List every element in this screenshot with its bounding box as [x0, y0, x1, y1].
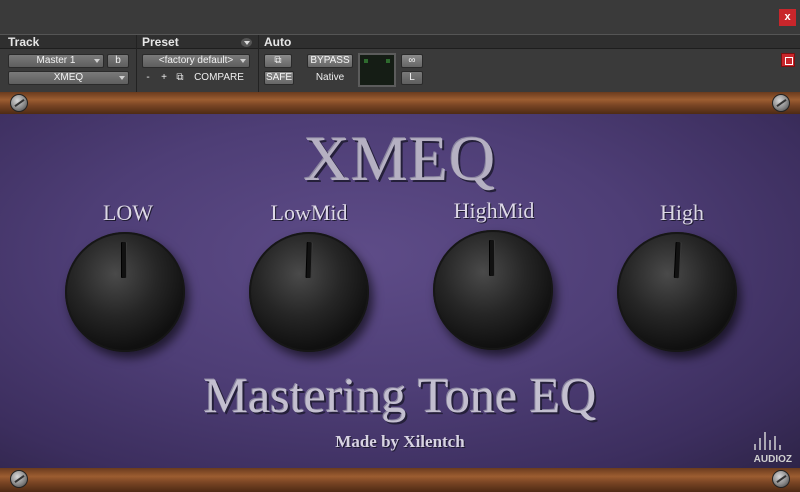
close-button[interactable]: x	[779, 9, 796, 26]
safe-button[interactable]: SAFE	[264, 71, 294, 85]
window-titlebar: x	[0, 0, 800, 34]
knob-pointer	[122, 242, 126, 278]
preset-value: <factory default>	[158, 55, 234, 66]
auto-section-label: Auto	[264, 35, 292, 49]
screw-icon	[10, 94, 28, 112]
knob-label-highmid: HighMid	[453, 198, 535, 223]
plugin-panel: XMEQ LOW LowMid HighMid High Mastering T…	[0, 114, 800, 468]
auto-window-button[interactable]: ⧉	[264, 54, 292, 68]
lowmid-knob[interactable]	[249, 232, 369, 352]
native-label: Native	[315, 72, 345, 83]
host-header: Track Preset Auto Master 1 b XMEQ <facto…	[0, 34, 800, 93]
track-variant-selector[interactable]: b	[107, 54, 129, 68]
knob-pointer	[306, 241, 312, 279]
wood-rail-top	[0, 92, 800, 114]
preset-section-label: Preset	[142, 35, 179, 49]
bypass-button[interactable]: BYPASS	[307, 54, 353, 68]
screw-icon	[772, 94, 790, 112]
knob-pointer	[490, 240, 494, 276]
knob-label-lowmid: LowMid	[270, 200, 348, 225]
window-icon: ⧉	[274, 55, 282, 66]
plugin-window: XMEQ LOW LowMid HighMid High Mastering T…	[0, 92, 800, 492]
chevron-down-icon	[240, 59, 246, 63]
track-section-label: Track	[8, 35, 40, 49]
knob-label-low: LOW	[102, 200, 154, 225]
channel-selector[interactable]: L	[401, 71, 423, 85]
channel-value: L	[409, 72, 415, 83]
compare-button[interactable]: COMPARE	[193, 71, 245, 85]
plugin-subtitle: Mastering Tone EQ	[203, 367, 597, 423]
chevron-down-icon	[119, 76, 125, 80]
plugin-logo: XMEQ	[303, 123, 497, 194]
knob-label-high: High	[660, 200, 704, 225]
preset-selector[interactable]: <factory default>	[142, 54, 250, 68]
highmid-knob[interactable]	[433, 230, 553, 350]
link-icon: ∞	[408, 55, 416, 66]
plugin-credit: Made by Xilentch	[335, 432, 465, 451]
track-name: Master 1	[36, 55, 76, 66]
low-knob[interactable]	[65, 232, 185, 352]
next-preset-button[interactable]: +	[158, 71, 170, 85]
wood-rail-bottom	[0, 468, 800, 492]
previous-preset-button[interactable]: -	[142, 71, 154, 85]
insert-selector[interactable]: XMEQ	[8, 71, 129, 85]
insert-name: XMEQ	[53, 72, 84, 83]
target-button[interactable]	[781, 53, 795, 67]
chevron-down-icon	[94, 59, 100, 63]
track-selector[interactable]: Master 1	[8, 54, 104, 68]
copy-settings-icon[interactable]: ⧉	[173, 71, 187, 85]
preset-menu-icon[interactable]	[241, 38, 252, 47]
screw-icon	[10, 470, 28, 488]
track-variant: b	[115, 55, 121, 66]
high-knob[interactable]	[617, 232, 737, 352]
signal-indicator	[358, 53, 396, 87]
watermark-text: AUDIOZ	[753, 454, 792, 465]
audio-bars-icon	[752, 432, 782, 450]
link-button[interactable]: ∞	[401, 54, 423, 68]
knob-pointer	[674, 241, 681, 279]
screw-icon	[772, 470, 790, 488]
